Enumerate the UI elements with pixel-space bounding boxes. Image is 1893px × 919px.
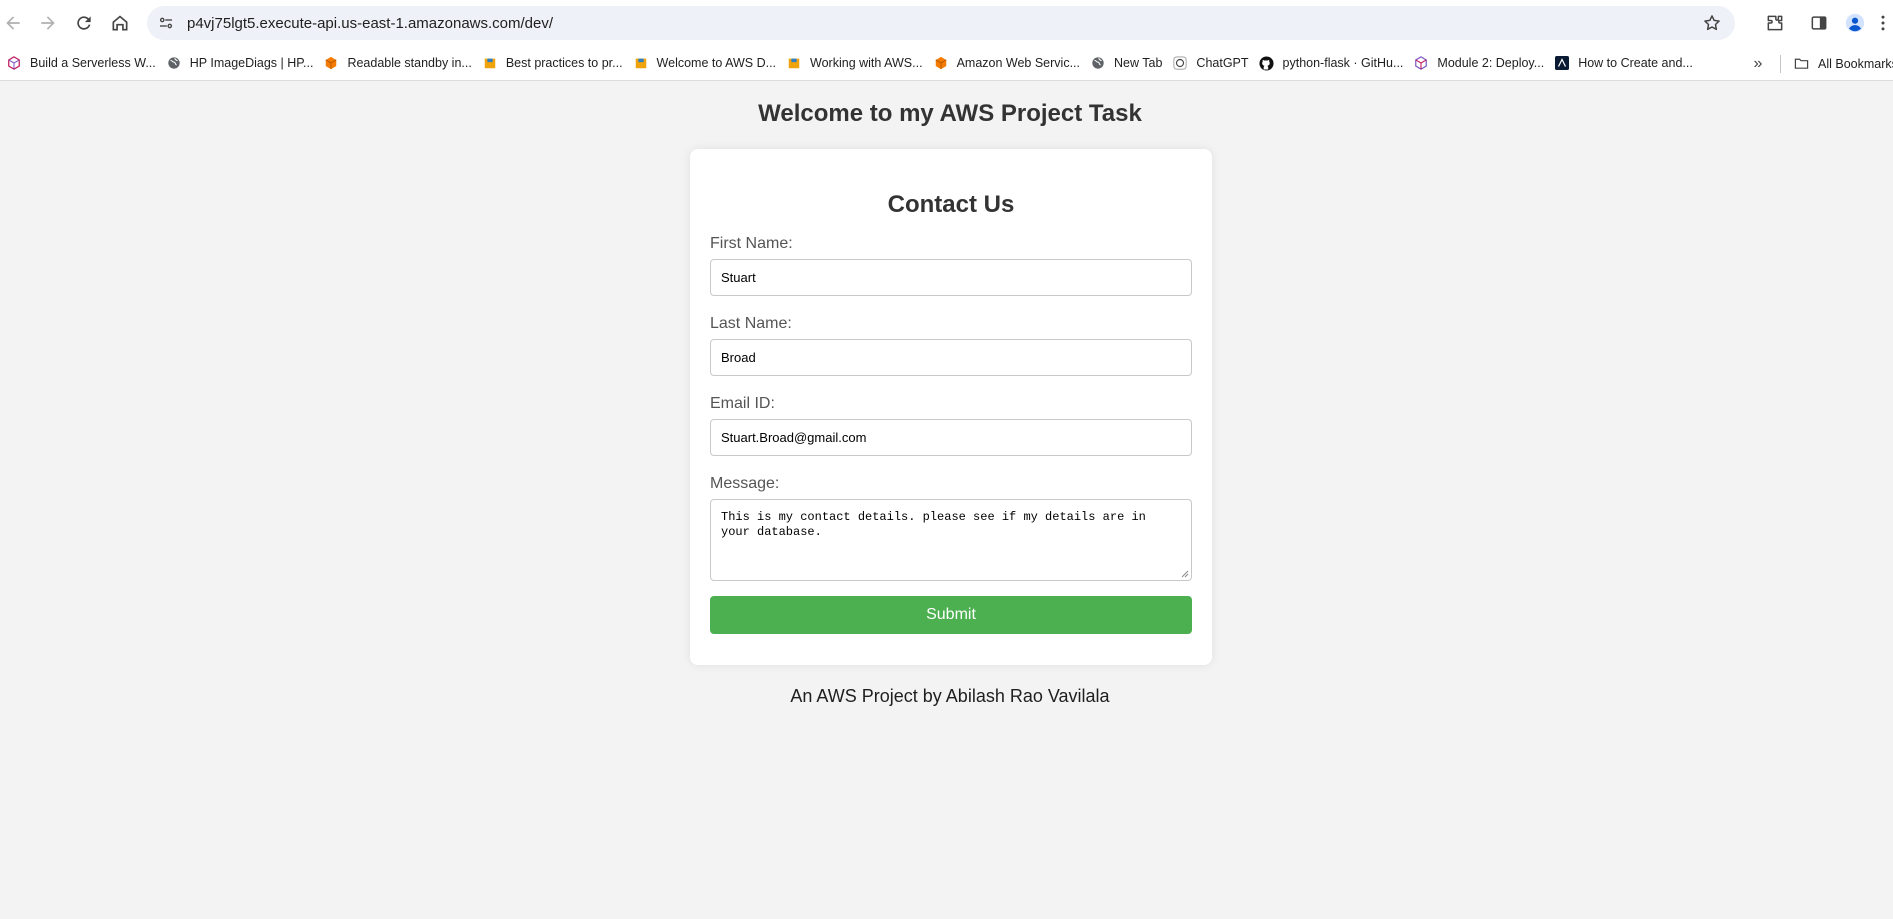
cube-icon	[1413, 55, 1429, 71]
bookmark-star-icon[interactable]	[1697, 8, 1727, 38]
cube-icon	[6, 55, 22, 71]
aws-box-icon	[482, 55, 498, 71]
bookmark-item[interactable]: Build a Serverless W...	[4, 49, 164, 77]
bookmark-item[interactable]: Module 2: Deploy...	[1411, 49, 1552, 77]
bookmark-item[interactable]: Working with AWS...	[784, 49, 931, 77]
email-label: Email ID:	[710, 395, 775, 412]
toolbar-right-icons	[1757, 6, 1893, 40]
folder-icon	[1794, 56, 1810, 72]
reload-button[interactable]	[66, 5, 102, 41]
site-logo-icon	[1554, 55, 1570, 71]
all-bookmarks-folder[interactable]: All Bookmarks	[1794, 50, 1893, 78]
home-button[interactable]	[102, 5, 138, 41]
profile-avatar-icon[interactable]	[1837, 6, 1873, 40]
browser-menu-icon[interactable]	[1873, 6, 1893, 40]
contact-form-card: Contact Us First Name: Stuart Last Name:…	[690, 149, 1212, 665]
home-icon	[112, 15, 128, 31]
reload-icon	[77, 16, 91, 30]
bookmarks-bar: Build a Serverless W... HP ImageDiags | …	[0, 46, 1893, 81]
first-name-input[interactable]: Stuart	[710, 259, 1192, 296]
bookmark-item[interactable]: How to Create and...	[1552, 49, 1701, 77]
browser-toolbar: p4vj75lgt5.execute-api.us-east-1.amazona…	[0, 0, 1893, 46]
aws-service-icon	[933, 55, 949, 71]
back-button[interactable]	[0, 5, 31, 41]
first-name-label: First Name:	[710, 235, 793, 252]
last-name-label: Last Name:	[710, 315, 792, 332]
message-textarea[interactable]: This is my contact details. please see i…	[710, 499, 1192, 581]
site-info-icon[interactable]	[151, 8, 181, 38]
bookmark-item[interactable]: ChatGPT	[1170, 49, 1256, 77]
bookmark-item[interactable]: New Tab	[1088, 49, 1170, 77]
address-bar[interactable]: p4vj75lgt5.execute-api.us-east-1.amazona…	[147, 6, 1735, 40]
page-footer: An AWS Project by Abilash Rao Vavilala	[790, 686, 1110, 706]
more-bookmarks-chevron-icon[interactable]: »	[1744, 50, 1772, 78]
message-text: This is my contact details. please see i…	[721, 510, 1146, 539]
aws-service-icon	[323, 55, 339, 71]
aws-box-icon	[786, 55, 802, 71]
back-arrow-icon	[6, 16, 20, 30]
submit-button[interactable]: Submit	[710, 596, 1192, 634]
bookmark-item[interactable]: python-flask · GitHu...	[1257, 49, 1412, 77]
extensions-icon[interactable]	[1757, 6, 1793, 40]
forward-button[interactable]	[30, 5, 66, 41]
page-title: Welcome to my AWS Project Task	[758, 100, 1142, 127]
bookmark-item[interactable]: Amazon Web Servic...	[931, 49, 1088, 77]
bookmark-item[interactable]: Best practices to pr...	[480, 49, 631, 77]
bookmark-item[interactable]: Welcome to AWS D...	[631, 49, 784, 77]
chatgpt-icon	[1172, 55, 1188, 71]
globe-icon	[166, 55, 182, 71]
side-panel-icon[interactable]	[1801, 6, 1837, 40]
form-title: Contact Us	[887, 191, 1015, 218]
forward-arrow-icon	[41, 16, 55, 30]
url-text[interactable]: p4vj75lgt5.execute-api.us-east-1.amazona…	[187, 15, 1697, 32]
resize-grip-icon[interactable]	[1181, 570, 1189, 578]
last-name-input[interactable]: Broad	[710, 339, 1192, 376]
bookmark-item[interactable]: Readable standby in...	[321, 49, 479, 77]
github-icon	[1259, 55, 1275, 71]
email-input[interactable]: Stuart.Broad@gmail.com	[710, 419, 1192, 456]
bookmark-item[interactable]: HP ImageDiags | HP...	[164, 49, 322, 77]
bookmarks-divider	[1780, 55, 1781, 73]
globe-icon	[1090, 55, 1106, 71]
message-label: Message:	[710, 475, 780, 492]
aws-box-icon	[633, 55, 649, 71]
